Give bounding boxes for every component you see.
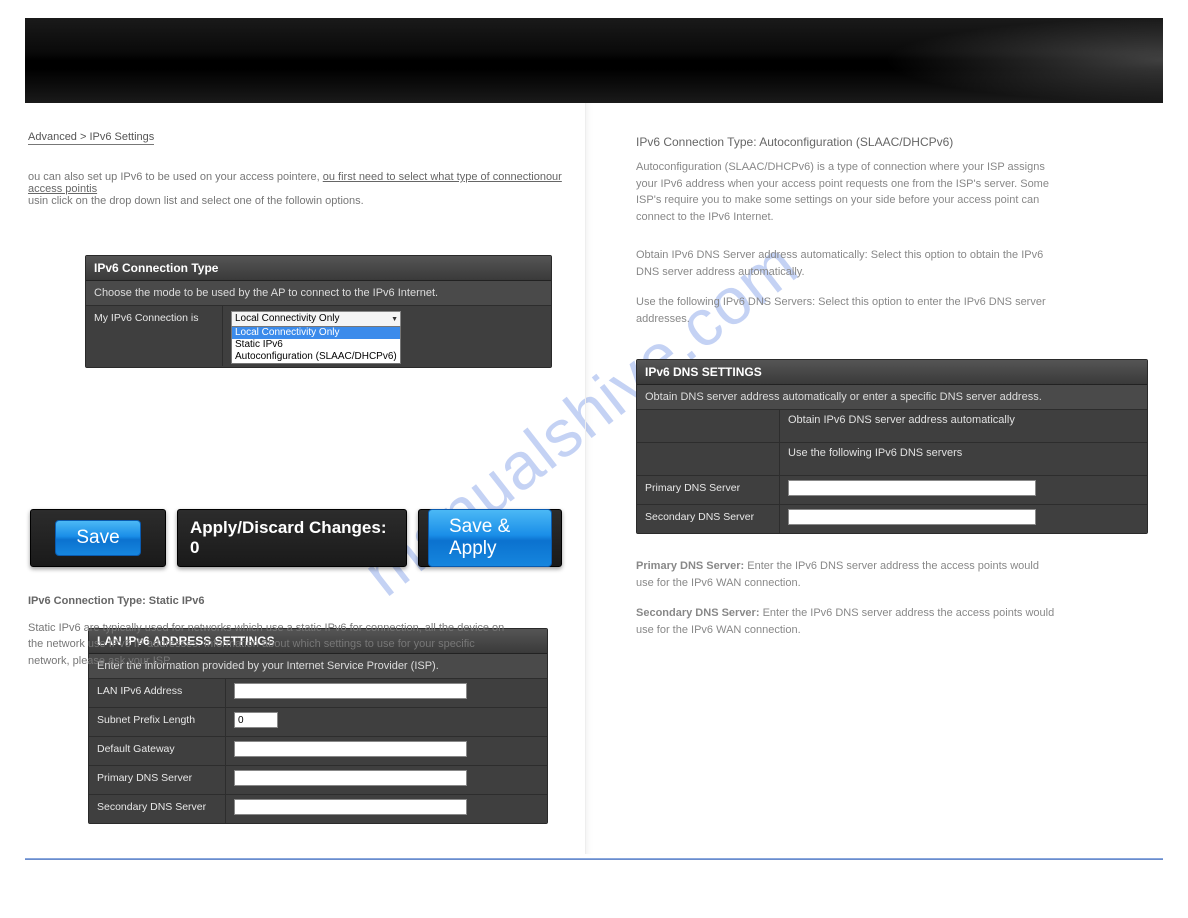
panel-header: IPv6 DNS SETTINGS bbox=[637, 360, 1147, 385]
subnet-prefix-label: Subnet Prefix Length bbox=[89, 708, 226, 736]
use-following-desc: Use the following IPv6 DNS Servers: Sele… bbox=[636, 294, 1056, 327]
default-gateway-input[interactable] bbox=[234, 741, 467, 757]
panel-header: IPv6 Connection Type bbox=[86, 256, 551, 281]
autoconfig-heading: IPv6 Connection Type: Autoconfiguration … bbox=[636, 135, 1163, 149]
apply-discard-counter[interactable]: Apply/Discard Changes: 0 bbox=[177, 509, 407, 567]
dns-radio-manual-label: Use the following IPv6 DNS servers bbox=[780, 443, 1147, 463]
panel-subtext: Choose the mode to be used by the AP to … bbox=[86, 281, 551, 306]
secondary-dns-desc: Secondary DNS Server: Enter the IPv6 DNS… bbox=[636, 605, 1056, 638]
dns-primary-input[interactable] bbox=[788, 480, 1036, 496]
dns-primary-label: Primary DNS Server bbox=[637, 476, 780, 504]
primary-dns-label: Primary DNS Server bbox=[89, 766, 226, 794]
save-apply-button[interactable]: Save & Apply bbox=[428, 509, 552, 567]
save-apply-button-box: Save & Apply bbox=[418, 509, 562, 567]
default-gateway-label: Default Gateway bbox=[89, 737, 226, 765]
dns-radio-auto-cell[interactable] bbox=[637, 410, 780, 442]
static-ipv6-description: IPv6 Connection Type: Static IPv6 Static… bbox=[28, 593, 508, 669]
top-banner bbox=[25, 18, 1163, 103]
autoconfig-desc: Autoconfiguration (SLAAC/DHCPv6) is a ty… bbox=[636, 159, 1056, 225]
save-button-box: Save bbox=[30, 509, 166, 567]
dns-radio-manual-cell[interactable] bbox=[637, 443, 780, 475]
conn-type-select[interactable]: Local Connectivity Only bbox=[231, 311, 401, 327]
dns-radio-auto-label: Obtain IPv6 DNS server address automatic… bbox=[780, 410, 1147, 430]
dropdown-option[interactable]: Static IPv6 bbox=[232, 339, 400, 351]
button-row: Save Apply/Discard Changes: 0 Save & App… bbox=[30, 509, 562, 567]
secondary-dns-input[interactable] bbox=[234, 799, 467, 815]
ipv6-dns-panel: IPv6 DNS SETTINGS Obtain DNS server addr… bbox=[636, 359, 1148, 534]
dropdown-option[interactable]: Local Connectivity Only bbox=[232, 327, 400, 339]
intro-text: ou can also set up IPv6 to be used on yo… bbox=[28, 171, 585, 207]
dropdown-option[interactable]: Autoconfiguration (SLAAC/DHCPv6) bbox=[232, 351, 400, 363]
lan-ipv6-address-input[interactable] bbox=[234, 683, 467, 699]
dns-secondary-label: Secondary DNS Server bbox=[637, 505, 780, 533]
conn-type-label: My IPv6 Connection is bbox=[86, 306, 223, 366]
conn-type-dropdown[interactable]: Local Connectivity Only Static IPv6 Auto… bbox=[231, 326, 401, 364]
primary-dns-desc: Primary DNS Server: Enter the IPv6 DNS s… bbox=[636, 558, 1056, 591]
footer-rule bbox=[25, 858, 1163, 860]
ipv6-connection-type-panel: IPv6 Connection Type Choose the mode to … bbox=[85, 255, 552, 368]
lan-ipv6-address-label: LAN IPv6 Address bbox=[89, 679, 226, 707]
primary-dns-input[interactable] bbox=[234, 770, 467, 786]
subnet-prefix-input[interactable] bbox=[234, 712, 278, 728]
breadcrumb: Advanced > IPv6 Settings bbox=[28, 131, 154, 145]
obtain-auto-desc: Obtain IPv6 DNS Server address automatic… bbox=[636, 247, 1056, 280]
save-button[interactable]: Save bbox=[55, 520, 140, 556]
secondary-dns-label: Secondary DNS Server bbox=[89, 795, 226, 823]
panel-subtext: Obtain DNS server address automatically … bbox=[637, 385, 1147, 410]
dns-secondary-input[interactable] bbox=[788, 509, 1036, 525]
